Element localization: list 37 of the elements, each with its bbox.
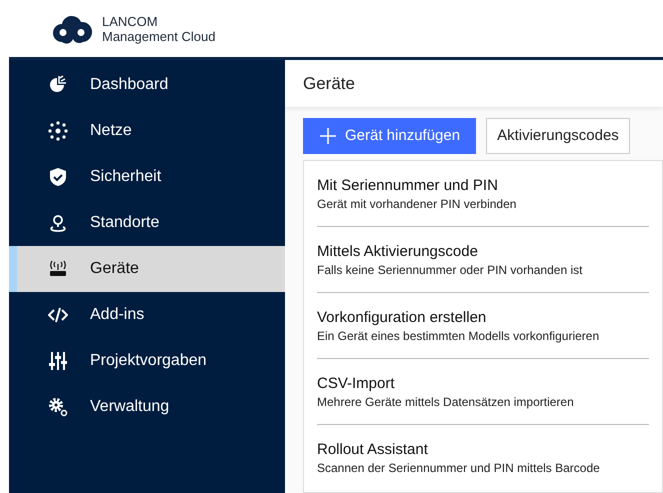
sidebar-item[interactable]: Projektvorgaben [9,338,285,384]
code-icon [48,305,68,325]
option-description: Mehrere Geräte mittels Datensätzen importieren [317,394,575,410]
router-icon [48,259,68,279]
option-title: CSV-Import [317,374,396,394]
sidebar-item[interactable]: Geräte [9,246,285,292]
activation-codes-button[interactable]: Aktivierungscodes [486,118,630,154]
menu-option[interactable]: CSV-Import Mehrere Geräte mittels Datensätzen importieren [317,359,649,425]
sidebar-item[interactable]: Verwaltung [9,384,285,430]
sidebar-item[interactable]: Netze [9,108,285,154]
sidebar-item[interactable]: Add-ins [9,292,285,338]
option-title: Vorkonfiguration erstellen [317,308,488,328]
option-description: Scannen der Seriennummer und PIN mittels Barcode [317,460,601,476]
plus-icon [319,127,337,145]
sliders-icon [48,351,68,371]
option-title: Mittels Aktivierungscode [317,242,479,262]
sidebar-item[interactable]: Sicherheit [9,154,285,200]
location-pin-icon [48,213,68,233]
option-description: Ein Gerät eines bestimmten Modells vorkonfigurieren [317,328,600,344]
menu-option[interactable]: Rollout Assistant Scannen der Seriennummer und PIN mittels Barcode [317,425,649,491]
pie-chart-icon [48,75,68,95]
option-title: Rollout Assistant [317,440,429,460]
shield-check-icon [48,167,68,187]
page-title: Geräte [303,72,355,95]
menu-option[interactable]: Mit Seriennummer und PIN Gerät mit vorhandener PIN verbinden [317,161,649,227]
logo-subtitle: Management Cloud [102,28,216,44]
menu-option[interactable]: Mittels Aktivierungscode Falls keine Seriennummer oder PIN vorhanden ist [317,227,649,293]
menu-option[interactable]: Vorkonfiguration erstellen Ein Gerät eines bestimmten Modells vorkonfigurieren [317,293,649,359]
option-description: Gerät mit vorhandener PIN verbinden [317,196,518,212]
option-title: Mit Seriennummer und PIN [317,176,499,196]
option-description: Falls keine Seriennummer oder PIN vorhanden ist [317,262,584,278]
network-nodes-icon [48,121,68,141]
gears-icon [48,397,68,417]
sidebar-item[interactable]: Dashboard [9,62,285,108]
add-device-button[interactable]: Gerät hinzufügen [303,118,476,154]
logo-text: LANCOM [102,14,159,28]
sidebar-item[interactable]: Standorte [9,200,285,246]
